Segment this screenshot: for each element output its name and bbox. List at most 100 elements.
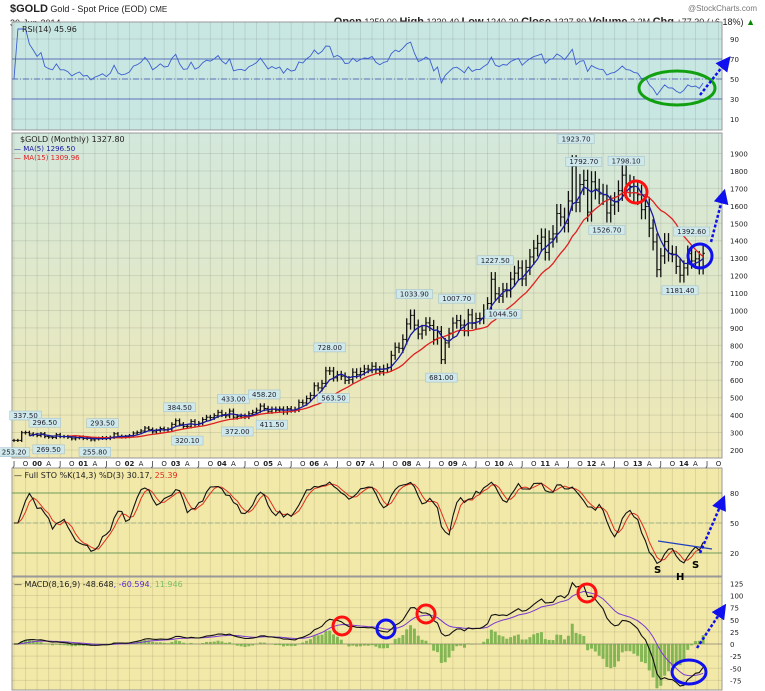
x-axis-label: J — [197, 460, 200, 468]
macd-histogram-bar — [432, 644, 436, 651]
macd-histogram-bar — [616, 644, 620, 662]
macd-histogram-bar — [593, 644, 597, 652]
x-axis-label: J — [12, 460, 15, 468]
macd-histogram-bar — [174, 640, 178, 644]
macd-histogram-bar — [151, 641, 155, 644]
price-annotation: 1007.70 — [442, 295, 471, 303]
price-annotation: 1798.10 — [612, 157, 641, 165]
chart-window: $GOLD Gold - Spot Price (EOD) CME 30-Jun… — [0, 0, 765, 691]
macd-histogram-bar — [332, 634, 336, 644]
rsi-tick-label: 50 — [730, 76, 739, 84]
x-axis-label: 14 — [679, 460, 689, 468]
price-annotation: 1227.50 — [481, 257, 510, 265]
rsi-legend: RSI(14) 45.96 — [22, 25, 77, 34]
price-panel — [11, 132, 723, 459]
macd-histogram-bar — [166, 643, 170, 644]
price-tick-label: 1300 — [730, 255, 748, 263]
x-axis-label: A — [601, 460, 606, 468]
sto-label-h: H — [676, 572, 684, 583]
macd-histogram-bar — [547, 639, 551, 644]
macd-histogram-bar — [231, 644, 235, 645]
x-axis-label: A — [647, 460, 652, 468]
x-axis-label: O — [716, 460, 722, 468]
macd-histogram-bar — [320, 634, 324, 644]
macd-histogram-bar — [305, 640, 309, 644]
price-annotation: 433.00 — [221, 395, 246, 403]
price-annotation: 411.50 — [260, 421, 285, 429]
macd-histogram-bar — [670, 644, 674, 667]
x-axis-label: O — [346, 460, 352, 468]
macd-histogram-bar — [493, 631, 497, 644]
x-axis-label: J — [428, 460, 431, 468]
macd-histogram-bar — [58, 644, 62, 646]
macd-histogram-bar — [308, 639, 312, 644]
price-tick-label: 1000 — [730, 307, 748, 315]
rsi-tick-label: 30 — [730, 96, 739, 104]
x-axis-label: A — [231, 460, 236, 468]
macd-tick-label: 100 — [730, 593, 743, 601]
x-axis-label: O — [392, 460, 398, 468]
macd-histogram-bar — [335, 636, 339, 644]
macd-histogram-bar — [409, 625, 413, 644]
macd-histogram-bar — [416, 635, 420, 644]
macd-tick-label: 25 — [730, 629, 739, 637]
x-axis-label: 08 — [402, 460, 412, 468]
macd-tick-label: -50 — [730, 665, 741, 673]
macd-histogram-bar — [559, 634, 563, 644]
x-axis-label: A — [139, 460, 144, 468]
macd-histogram-bar — [301, 642, 305, 644]
x-axis-label: 11 — [540, 460, 550, 468]
sto-label-s2: S — [692, 560, 699, 571]
price-tick-label: 400 — [730, 412, 743, 420]
macd-histogram-bar — [258, 642, 262, 644]
x-axis-label: 05 — [263, 460, 273, 468]
macd-histogram-bar — [563, 639, 567, 644]
x-axis-label: O — [23, 460, 29, 468]
macd-histogram-bar — [370, 644, 374, 646]
x-axis-label: A — [323, 460, 328, 468]
macd-histogram-bar — [524, 639, 528, 644]
x-axis-label: O — [439, 460, 445, 468]
macd-histogram-bar — [220, 641, 224, 644]
macd-histogram-bar — [451, 644, 455, 651]
macd-histogram-bar — [663, 644, 667, 676]
price-annotation: 1923.70 — [562, 135, 591, 143]
macd-histogram-bar — [405, 629, 409, 644]
macd-histogram-bar — [382, 644, 386, 649]
macd-histogram-bar — [509, 637, 513, 644]
macd-histogram-bar — [289, 644, 293, 647]
macd-histogram-bar — [378, 644, 382, 649]
macd-histogram-bar — [412, 628, 416, 644]
rsi-tick-label: 10 — [730, 116, 739, 124]
x-axis-label: A — [462, 460, 467, 468]
price-annotation: 1792.70 — [569, 158, 598, 166]
macd-tick-label: -75 — [730, 677, 741, 685]
price-tick-label: 300 — [730, 430, 743, 438]
price-tick-label: 1700 — [730, 185, 748, 193]
macd-histogram-bar — [35, 641, 39, 644]
macd-histogram-bar — [239, 644, 243, 647]
macd-histogram-bar — [181, 642, 185, 644]
x-axis-label: O — [208, 460, 214, 468]
x-axis-label: 04 — [217, 460, 227, 468]
macd-histogram-bar — [459, 644, 463, 646]
sto-panel — [11, 467, 723, 577]
price-annotation: 1392.60 — [677, 228, 706, 236]
macd-histogram-bar — [47, 644, 51, 645]
x-axis-label: 12 — [587, 460, 597, 468]
x-axis-label: O — [531, 460, 537, 468]
macd-histogram-bar — [216, 640, 220, 644]
macd-histogram-bar — [667, 644, 670, 672]
x-axis-label: 06 — [309, 460, 319, 468]
sto-tick-label: 20 — [730, 550, 739, 558]
sto-legend: — Full STO %K(14,3) %D(3) 30.17, 25.39 — [14, 471, 178, 480]
macd-histogram-bar — [690, 644, 694, 646]
macd-histogram-bar — [54, 644, 58, 645]
price-tick-label: 1500 — [730, 220, 748, 228]
macd-tick-label: 0 — [730, 641, 734, 649]
x-axis-label: J — [474, 460, 477, 468]
macd-histogram-bar — [362, 644, 366, 646]
price-tick-label: 1100 — [730, 290, 748, 298]
x-axis-label: 03 — [171, 460, 181, 468]
macd-histogram-bar — [39, 642, 43, 644]
